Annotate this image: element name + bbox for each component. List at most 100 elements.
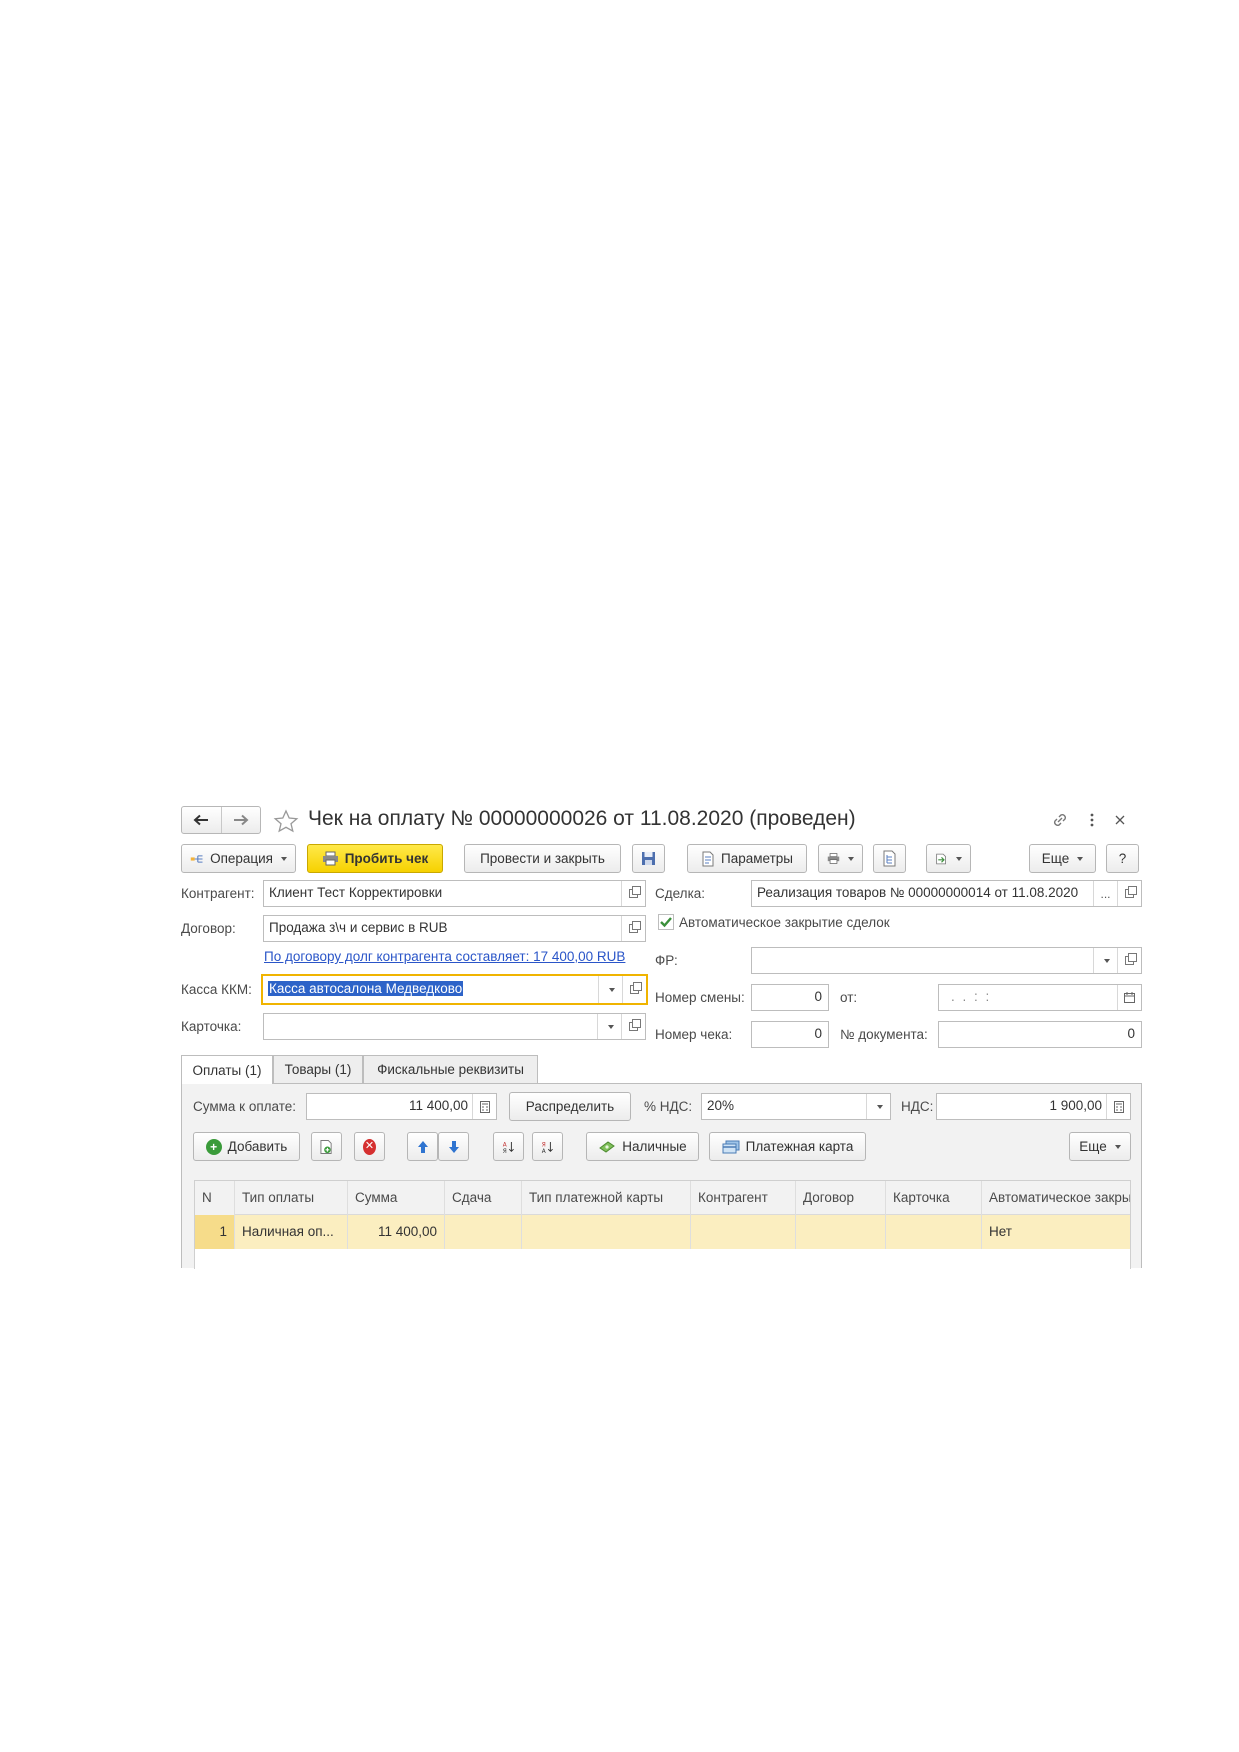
tab-goods[interactable]: Товары (1): [273, 1055, 363, 1083]
calendar-icon[interactable]: [1117, 985, 1141, 1010]
move-down-button[interactable]: [438, 1132, 469, 1161]
tab-fiscal-details[interactable]: Фискальные реквизиты: [363, 1055, 538, 1083]
document-settings-icon: [702, 851, 714, 866]
tab-payments[interactable]: Оплаты (1): [181, 1055, 273, 1084]
card-field[interactable]: [263, 1013, 646, 1040]
dropdown-icon[interactable]: [597, 1014, 621, 1039]
help-button[interactable]: ?: [1106, 844, 1139, 873]
table-cell[interactable]: [691, 1215, 796, 1249]
favorite-star-icon[interactable]: [273, 809, 299, 836]
column-header[interactable]: N: [195, 1181, 235, 1215]
save-button[interactable]: [632, 844, 665, 873]
sort-ascending-button[interactable]: АЯ: [493, 1132, 524, 1161]
column-header[interactable]: Сумма: [348, 1181, 445, 1215]
svg-text:А: А: [503, 1142, 507, 1148]
column-header[interactable]: Карточка: [886, 1181, 982, 1215]
arrow-up-icon: [417, 1140, 428, 1153]
create-based-on-button[interactable]: [926, 844, 971, 873]
fr-field[interactable]: [751, 947, 1142, 974]
column-header[interactable]: Сдача: [445, 1181, 522, 1215]
column-header[interactable]: Контрагент: [691, 1181, 796, 1215]
column-header[interactable]: Договор: [796, 1181, 886, 1215]
cash-button[interactable]: Наличные: [586, 1132, 699, 1161]
forward-button[interactable]: [220, 807, 261, 833]
print-menu-button[interactable]: [818, 844, 863, 873]
kebab-menu-icon[interactable]: [1081, 808, 1103, 832]
add-payment-button[interactable]: + Добавить: [193, 1132, 300, 1161]
column-header[interactable]: Тип оплаты: [235, 1181, 348, 1215]
svg-text:Я: Я: [503, 1148, 507, 1154]
sort-descending-button[interactable]: ЯА: [532, 1132, 563, 1161]
counterparty-value: Клиент Тест Корректировки: [269, 885, 443, 900]
table-cell[interactable]: [445, 1215, 522, 1249]
contract-label: Договор:: [181, 921, 236, 936]
table-cell[interactable]: [886, 1215, 982, 1249]
auto-close-checkbox[interactable]: [658, 914, 674, 933]
operation-icon: [190, 854, 203, 863]
dropdown-icon[interactable]: [1093, 948, 1117, 973]
card-label: Карточка:: [181, 1019, 242, 1034]
payments-panel: Сумма к оплате: 11 400,00 Распределить %…: [181, 1083, 1142, 1269]
operation-button[interactable]: Операция: [181, 844, 296, 873]
calculator-icon[interactable]: [472, 1094, 496, 1119]
open-icon[interactable]: [621, 881, 645, 906]
table-cell[interactable]: [796, 1215, 886, 1249]
column-header[interactable]: Автоматическое закрытие: [982, 1181, 1130, 1215]
link-icon[interactable]: [1049, 808, 1071, 832]
dropdown-icon[interactable]: [598, 976, 622, 1003]
table-row[interactable]: 1 Наличная оп... 11 400,00 Нет: [195, 1215, 1130, 1249]
select-button[interactable]: ...: [1093, 881, 1117, 906]
copy-row-button[interactable]: [311, 1132, 342, 1161]
more-button[interactable]: Еще: [1029, 844, 1096, 873]
payment-card-icon: [722, 1140, 740, 1153]
fr-label: ФР:: [655, 953, 678, 968]
distribute-label: Распределить: [525, 1099, 615, 1114]
open-icon[interactable]: [621, 916, 645, 941]
vat-field[interactable]: 1 900,00: [936, 1093, 1131, 1120]
table-more-button[interactable]: Еще: [1069, 1132, 1131, 1161]
table-cell[interactable]: 11 400,00: [348, 1215, 445, 1249]
parameters-button[interactable]: Параметры: [687, 844, 807, 873]
table-more-label: Еще: [1079, 1139, 1107, 1154]
distribute-button[interactable]: Распределить: [509, 1092, 631, 1121]
debt-link[interactable]: По договору долг контрагента составляет:…: [264, 949, 625, 964]
doc-number-field[interactable]: 0: [938, 1021, 1142, 1048]
receipt-number-field[interactable]: 0: [751, 1021, 829, 1048]
cashbox-value: Касса автосалона Медведково: [268, 981, 464, 996]
contract-field[interactable]: Продажа з\ч и сервис в RUB: [263, 915, 646, 942]
table-cell[interactable]: 1: [195, 1215, 235, 1249]
payment-card-button[interactable]: Платежная карта: [709, 1132, 866, 1161]
open-icon[interactable]: [1117, 948, 1141, 973]
counterparty-field[interactable]: Клиент Тест Корректировки: [263, 880, 646, 907]
dropdown-icon[interactable]: [866, 1094, 890, 1119]
delete-row-button[interactable]: ✕: [354, 1132, 385, 1161]
cash-label: Наличные: [622, 1139, 687, 1154]
close-icon[interactable]: [1109, 808, 1131, 832]
open-icon[interactable]: [621, 1014, 645, 1039]
cashbox-field[interactable]: Касса автосалона Медведково: [261, 974, 648, 1005]
receipt-form: Чек на оплату № 00000000026 от 11.08.202…: [181, 802, 1142, 1269]
shift-field[interactable]: 0: [751, 984, 829, 1011]
table-cell[interactable]: [522, 1215, 691, 1249]
post-and-close-button[interactable]: Провести и закрыть: [464, 844, 621, 873]
svg-text:Я: Я: [542, 1142, 546, 1148]
sum-field[interactable]: 11 400,00: [306, 1093, 497, 1120]
calculator-icon[interactable]: [1106, 1094, 1130, 1119]
window-title: Чек на оплату № 00000000026 от 11.08.202…: [308, 807, 856, 830]
add-payment-label: Добавить: [227, 1139, 288, 1154]
counterparty-label: Контрагент:: [181, 886, 255, 901]
table-cell[interactable]: Наличная оп...: [235, 1215, 348, 1249]
open-icon[interactable]: [1117, 881, 1141, 906]
print-receipt-button[interactable]: Пробить чек: [307, 844, 443, 873]
back-button[interactable]: [182, 807, 221, 833]
open-icon[interactable]: [622, 976, 646, 1003]
date-field[interactable]: . . : :: [938, 984, 1142, 1011]
deal-field[interactable]: Реализация товаров № 00000000014 от 11.0…: [751, 880, 1142, 907]
structure-button[interactable]: [873, 844, 906, 873]
move-up-button[interactable]: [407, 1132, 438, 1161]
table-cell[interactable]: Нет: [982, 1215, 1130, 1249]
chevron-down-icon: [956, 856, 962, 861]
vat-rate-field[interactable]: 20%: [701, 1093, 891, 1120]
column-header[interactable]: Тип платежной карты: [522, 1181, 691, 1215]
nav-buttons: [181, 806, 261, 834]
